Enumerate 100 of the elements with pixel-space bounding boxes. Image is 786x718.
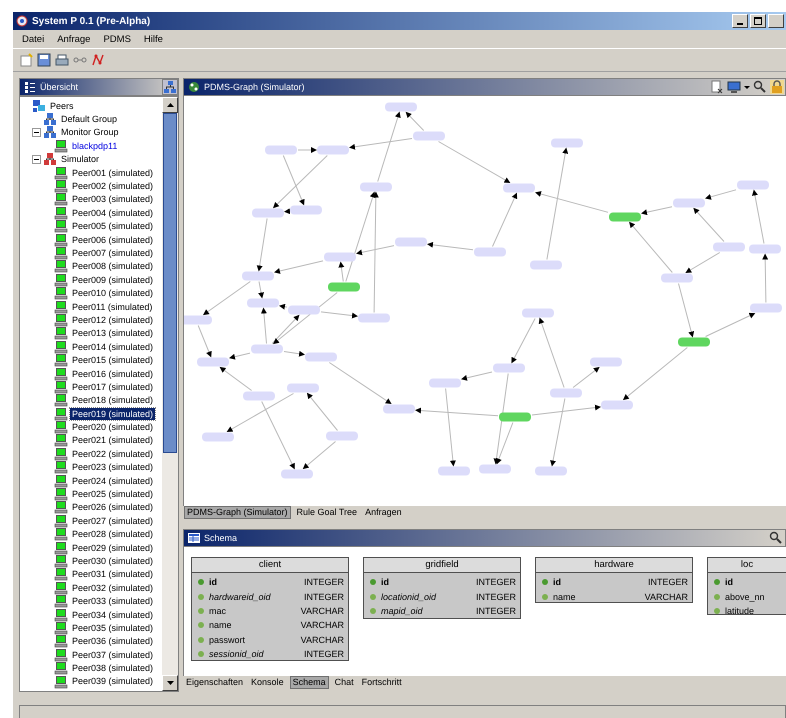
tree-item[interactable]: Peer037 (simulated): [70, 648, 156, 661]
graph-node[interactable]: [358, 314, 390, 322]
graph-node[interactable]: [305, 352, 337, 362]
scrollbar[interactable]: [162, 97, 178, 691]
tree-item[interactable]: Peer021 (simulated): [70, 434, 156, 446]
graph-node[interactable]: [609, 212, 641, 222]
maximize-button[interactable]: [750, 14, 766, 28]
graph-node[interactable]: [242, 272, 274, 280]
graph-node[interactable]: [550, 388, 582, 398]
tree-item[interactable]: Peer017 (simulated): [70, 380, 156, 393]
tree-item[interactable]: Peer004 (simulated): [70, 206, 156, 219]
tree-item[interactable]: Default Group: [59, 113, 120, 126]
graph-node[interactable]: [317, 146, 349, 154]
printer-icon[interactable]: [55, 53, 69, 67]
graph-node[interactable]: [503, 184, 535, 192]
graph-node[interactable]: [360, 182, 392, 192]
graph-node[interactable]: [601, 400, 633, 410]
graph-node[interactable]: [661, 274, 693, 282]
graph-node[interactable]: [535, 466, 567, 476]
graph-node[interactable]: [395, 238, 427, 246]
tree-item[interactable]: Peer024 (simulated): [70, 474, 156, 487]
graph-node[interactable]: [479, 464, 511, 474]
tree-item[interactable]: Peer036 (simulated): [70, 635, 156, 648]
graph-node[interactable]: [438, 466, 470, 476]
graph-node[interactable]: [749, 244, 781, 254]
graph-node[interactable]: [197, 358, 229, 366]
tab[interactable]: Schema: [290, 676, 329, 689]
graph-node[interactable]: [184, 316, 212, 324]
monitor-icon[interactable]: [727, 80, 741, 94]
schema-table[interactable]: client id INTEGER hardwareid_oid INTEGER mac VARCHAR name VARCHAR passwort VARCHAR sessionid_oid INTEGER: [191, 557, 349, 661]
tree-item[interactable]: Peer023 (simulated): [70, 461, 156, 474]
graph-node[interactable]: [383, 404, 415, 414]
tree-item[interactable]: Peer019 (simulated): [70, 408, 156, 420]
tree-item[interactable]: Peer003 (simulated): [70, 193, 156, 206]
tree-item[interactable]: Peer022 (simulated): [70, 448, 156, 460]
graph-node[interactable]: [499, 412, 531, 422]
tree-item[interactable]: Peer009 (simulated): [70, 274, 156, 286]
search-icon[interactable]: [769, 531, 783, 545]
graph-node[interactable]: [551, 138, 583, 148]
tab[interactable]: Rule Goal Tree: [294, 507, 360, 518]
tree-item[interactable]: Peer027 (simulated): [70, 514, 156, 527]
tree-item[interactable]: Peer011 (simulated): [70, 300, 154, 313]
tree-item[interactable]: Peer031 (simulated): [70, 568, 156, 580]
tab[interactable]: Anfragen: [363, 507, 404, 518]
graph-node[interactable]: [328, 282, 360, 292]
graph-node[interactable]: [324, 252, 356, 262]
graph-node[interactable]: [243, 392, 275, 400]
schema-table[interactable]: loc id above_nn latitude: [707, 557, 786, 615]
tree-item[interactable]: Peer002 (simulated): [70, 180, 156, 192]
tree-item[interactable]: Peer007 (simulated): [70, 246, 156, 259]
collapse-icon[interactable]: [32, 128, 41, 137]
tree-item[interactable]: Peer030 (simulated): [70, 554, 156, 567]
scroll-thumb[interactable]: [163, 113, 177, 453]
tab[interactable]: Konsole: [249, 677, 286, 688]
dropdown-arrow-icon[interactable]: [744, 86, 750, 88]
graph-node[interactable]: [750, 304, 782, 312]
graph-node[interactable]: [413, 132, 445, 140]
graph-node[interactable]: [265, 146, 297, 154]
lock-icon[interactable]: [770, 80, 784, 94]
graph-node[interactable]: [429, 378, 461, 388]
tree-item[interactable]: Peer013 (simulated): [70, 327, 156, 340]
tree-item[interactable]: Peer039 (simulated): [70, 675, 156, 688]
save-icon[interactable]: [37, 53, 51, 67]
graph-node[interactable]: [713, 242, 745, 252]
graph-node[interactable]: [678, 338, 710, 346]
tree-item[interactable]: Peer016 (simulated): [70, 368, 156, 380]
tree-item[interactable]: Peer028 (simulated): [70, 528, 156, 540]
graph-node[interactable]: [326, 432, 358, 440]
tree-item[interactable]: Peers: [48, 100, 76, 112]
graph-node[interactable]: [522, 308, 554, 318]
tab[interactable]: Chat: [332, 677, 356, 688]
graph-node[interactable]: [288, 306, 320, 314]
tree-item[interactable]: Simulator: [59, 153, 102, 166]
tree-item[interactable]: Peer012 (simulated): [70, 314, 156, 326]
scroll-up-icon[interactable]: [166, 103, 174, 107]
tree-item[interactable]: Monitor Group: [59, 126, 121, 138]
close-button[interactable]: [768, 14, 784, 28]
graph-node[interactable]: [252, 208, 284, 218]
search-icon[interactable]: [753, 80, 767, 94]
graph-node[interactable]: [385, 102, 417, 112]
tab[interactable]: Eigenschaften: [184, 677, 246, 688]
tree-item[interactable]: Peer026 (simulated): [70, 501, 156, 514]
tree-item[interactable]: Peer010 (simulated): [70, 287, 156, 300]
tree-item[interactable]: Peer032 (simulated): [70, 582, 156, 594]
tree-item[interactable]: blackpdp11: [70, 140, 120, 152]
tree-item[interactable]: Peer033 (simulated): [70, 595, 156, 608]
graph-node[interactable]: [737, 180, 769, 190]
menu-item[interactable]: Hilfe: [144, 34, 163, 44]
scroll-down-icon[interactable]: [166, 681, 174, 685]
graph-node[interactable]: [251, 344, 283, 354]
tree-item[interactable]: Peer015 (simulated): [70, 354, 156, 366]
tree-item[interactable]: Peer020 (simulated): [70, 421, 156, 434]
graph-node[interactable]: [290, 206, 322, 214]
tree-item[interactable]: Peer005 (simulated): [70, 220, 156, 232]
tab[interactable]: PDMS-Graph (Simulator): [184, 506, 291, 519]
graph-node[interactable]: [673, 198, 705, 208]
graph-node[interactable]: [287, 384, 319, 392]
graph-node[interactable]: [474, 248, 506, 256]
tree-item[interactable]: Peer029 (simulated): [70, 542, 156, 554]
graph-node[interactable]: [590, 358, 622, 366]
